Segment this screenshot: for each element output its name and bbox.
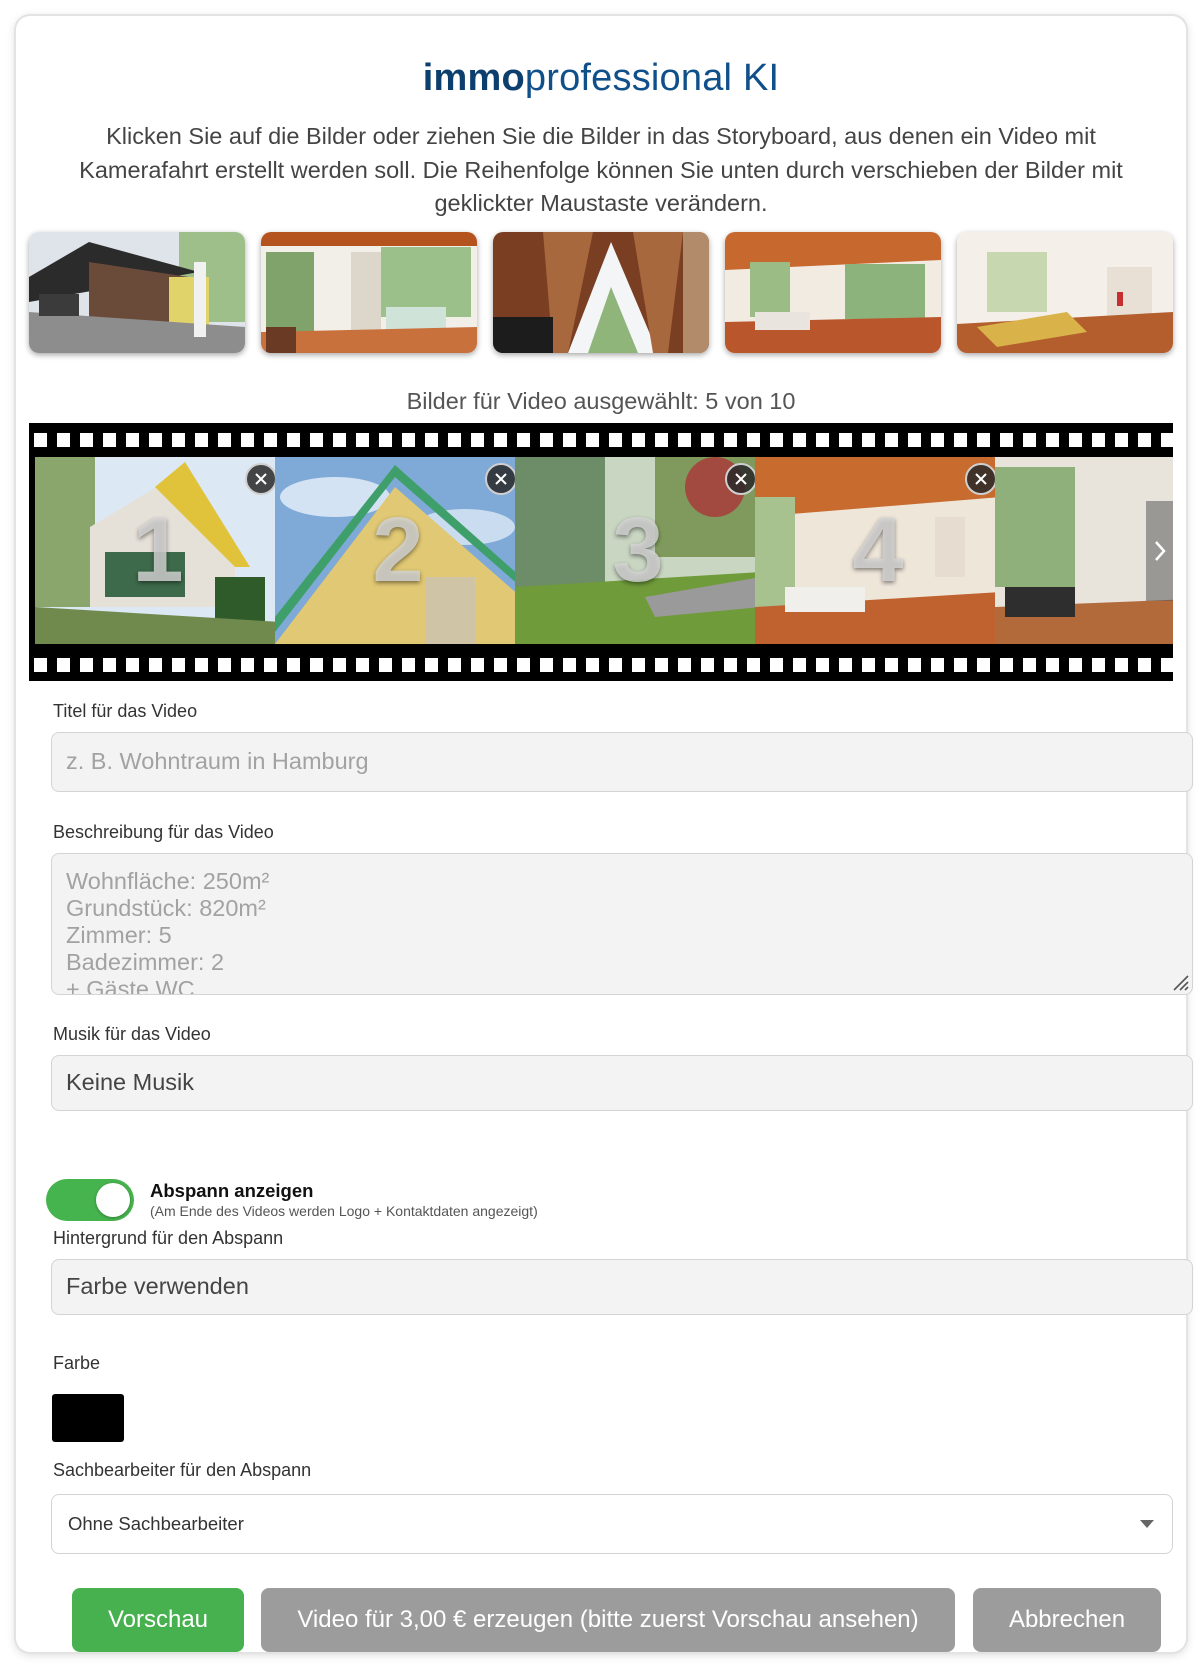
- frame-number: 2: [372, 499, 424, 601]
- agent-value: Ohne Sachbearbeiter: [68, 1513, 244, 1534]
- storyboard-frame[interactable]: 4: [755, 457, 1001, 644]
- cancel-button[interactable]: Abbrechen: [973, 1588, 1161, 1652]
- brand-rest: professional KI: [524, 57, 780, 99]
- background-select[interactable]: Farbe verwenden: [51, 1259, 1193, 1315]
- brand-title: immoprofessional KI: [16, 56, 1186, 100]
- close-icon: [735, 473, 747, 485]
- toggle-knob: [96, 1183, 130, 1217]
- storyboard-frame[interactable]: 1: [35, 457, 281, 644]
- color-label: Farbe: [53, 1353, 101, 1373]
- agent-select[interactable]: Ohne Sachbearbeiter: [51, 1494, 1173, 1554]
- credits-toggle-subtitle: (Am Ende des Videos werden Logo + Kontak…: [150, 1203, 538, 1219]
- background-value: Farbe verwenden: [66, 1273, 249, 1299]
- image-thumbnails: [29, 232, 1173, 354]
- thumbnail-image[interactable]: [957, 232, 1173, 353]
- brand-bold: immo: [422, 57, 525, 99]
- credits-toggle-title: Abspann anzeigen: [150, 1180, 314, 1201]
- frame-number: 1: [132, 499, 184, 601]
- video-dialog: immoprofessional KI Klicken Sie auf die …: [16, 16, 1193, 1652]
- music-label: Musik für das Video: [53, 1024, 211, 1044]
- remove-frame-button[interactable]: [725, 463, 757, 495]
- background-label: Hintergrund für den Abspann: [53, 1228, 284, 1248]
- selection-counter: Bilder für Video ausgewählt: 5 von 10: [406, 388, 796, 414]
- description-textarea[interactable]: Wohnfläche: 250m² Grundstück: 820m² Zimm…: [51, 853, 1193, 995]
- thumbnail-image[interactable]: [493, 232, 709, 353]
- music-select[interactable]: Keine Musik: [51, 1055, 1193, 1111]
- storyboard-frame[interactable]: 2: [275, 457, 521, 644]
- storyboard-frame[interactable]: 3: [515, 457, 761, 644]
- intro-text: Klicken Sie auf die Bilder oder ziehen S…: [79, 123, 1123, 216]
- music-value: Keine Musik: [66, 1069, 194, 1095]
- title-placeholder: z. B. Wohntraum in Hamburg: [66, 748, 369, 774]
- description-label: Beschreibung für das Video: [53, 822, 274, 842]
- storyboard-next-button[interactable]: [1146, 501, 1173, 601]
- title-label: Titel für das Video: [53, 701, 198, 721]
- close-icon: [255, 473, 267, 485]
- agent-label: Sachbearbeiter für den Abspann: [53, 1460, 312, 1480]
- frame-number: 4: [852, 499, 904, 601]
- film-sprockets-top: [29, 433, 1173, 447]
- title-input[interactable]: z. B. Wohntraum in Hamburg: [51, 732, 1193, 792]
- preview-button[interactable]: Vorschau: [72, 1588, 244, 1652]
- color-swatch[interactable]: [52, 1394, 124, 1442]
- thumbnail-image[interactable]: [261, 232, 477, 353]
- thumbnail-image[interactable]: [29, 232, 245, 353]
- remove-frame-button[interactable]: [485, 463, 517, 495]
- remove-frame-button[interactable]: [245, 463, 277, 495]
- chevron-down-icon: [1140, 1520, 1154, 1528]
- frame-number: 3: [612, 499, 664, 601]
- thumbnail-image[interactable]: [725, 232, 941, 353]
- close-icon: [495, 473, 507, 485]
- generate-video-button[interactable]: Video für 3,00 € erzeugen (bitte zuerst …: [261, 1588, 955, 1652]
- remove-frame-button[interactable]: [965, 463, 997, 495]
- description-placeholder: Wohnfläche: 250m² Grundstück: 820m² Zimm…: [66, 868, 270, 995]
- resize-grip-icon[interactable]: [1170, 972, 1190, 992]
- chevron-right-icon: [1154, 541, 1166, 561]
- credits-toggle[interactable]: [46, 1179, 134, 1221]
- film-sprockets-bottom: [29, 658, 1173, 672]
- close-icon: [975, 473, 987, 485]
- storyboard[interactable]: 1 2 3 4: [29, 423, 1173, 681]
